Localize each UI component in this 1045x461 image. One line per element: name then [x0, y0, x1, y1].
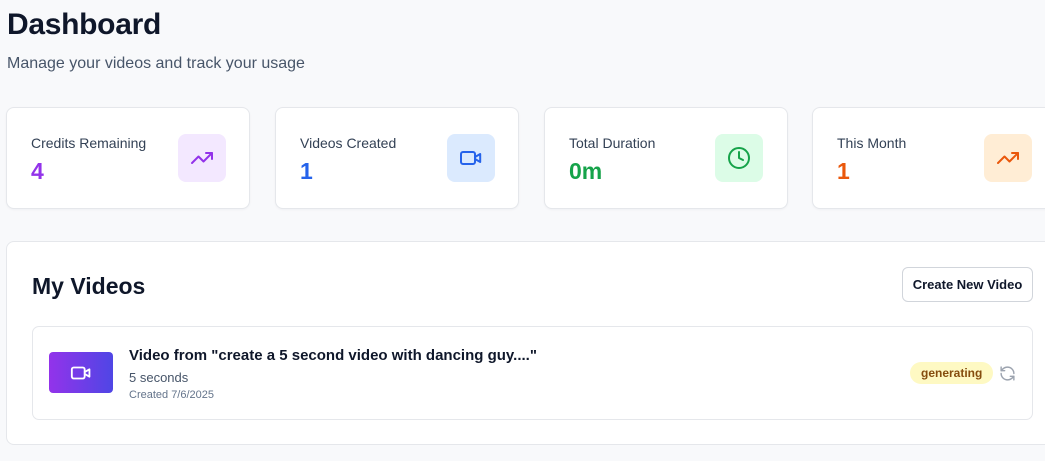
video-title: Video from "create a 5 second video with… — [129, 347, 537, 364]
trending-up-icon — [178, 134, 226, 182]
stat-label: This Month — [837, 135, 907, 151]
video-list-item[interactable]: Video from "create a 5 second video with… — [32, 326, 1033, 420]
stat-card-this-month: This Month 1 — [812, 107, 1045, 209]
stat-value: 4 — [31, 158, 44, 184]
stat-label: Total Duration — [569, 135, 656, 151]
video-created-date: Created 7/6/2025 — [129, 389, 215, 401]
my-videos-panel: My Videos Create New Video Video from "c… — [6, 241, 1045, 445]
stat-value: 1 — [837, 158, 850, 184]
section-title: My Videos — [32, 273, 146, 299]
stat-card-videos-created: Videos Created 1 — [275, 107, 519, 209]
stat-value: 1 — [300, 158, 313, 184]
page-title: Dashboard — [7, 8, 161, 41]
video-icon — [447, 134, 495, 182]
refresh-icon[interactable] — [998, 364, 1016, 382]
stat-card-credits-remaining: Credits Remaining 4 — [6, 107, 250, 209]
stat-value: 0m — [569, 158, 603, 184]
page-subtitle: Manage your videos and track your usage — [7, 55, 305, 72]
create-new-video-button[interactable]: Create New Video — [902, 267, 1033, 302]
stat-label: Credits Remaining — [31, 135, 147, 151]
stat-card-total-duration: Total Duration 0m — [544, 107, 788, 209]
video-thumbnail — [49, 352, 113, 393]
video-icon — [70, 362, 92, 384]
clock-icon — [715, 134, 763, 182]
dashboard-page: Dashboard Manage your videos and track y… — [0, 0, 1045, 461]
status-badge: generating — [910, 362, 994, 384]
trending-up-icon — [984, 134, 1032, 182]
stat-label: Videos Created — [300, 135, 397, 151]
video-duration: 5 seconds — [129, 370, 189, 385]
